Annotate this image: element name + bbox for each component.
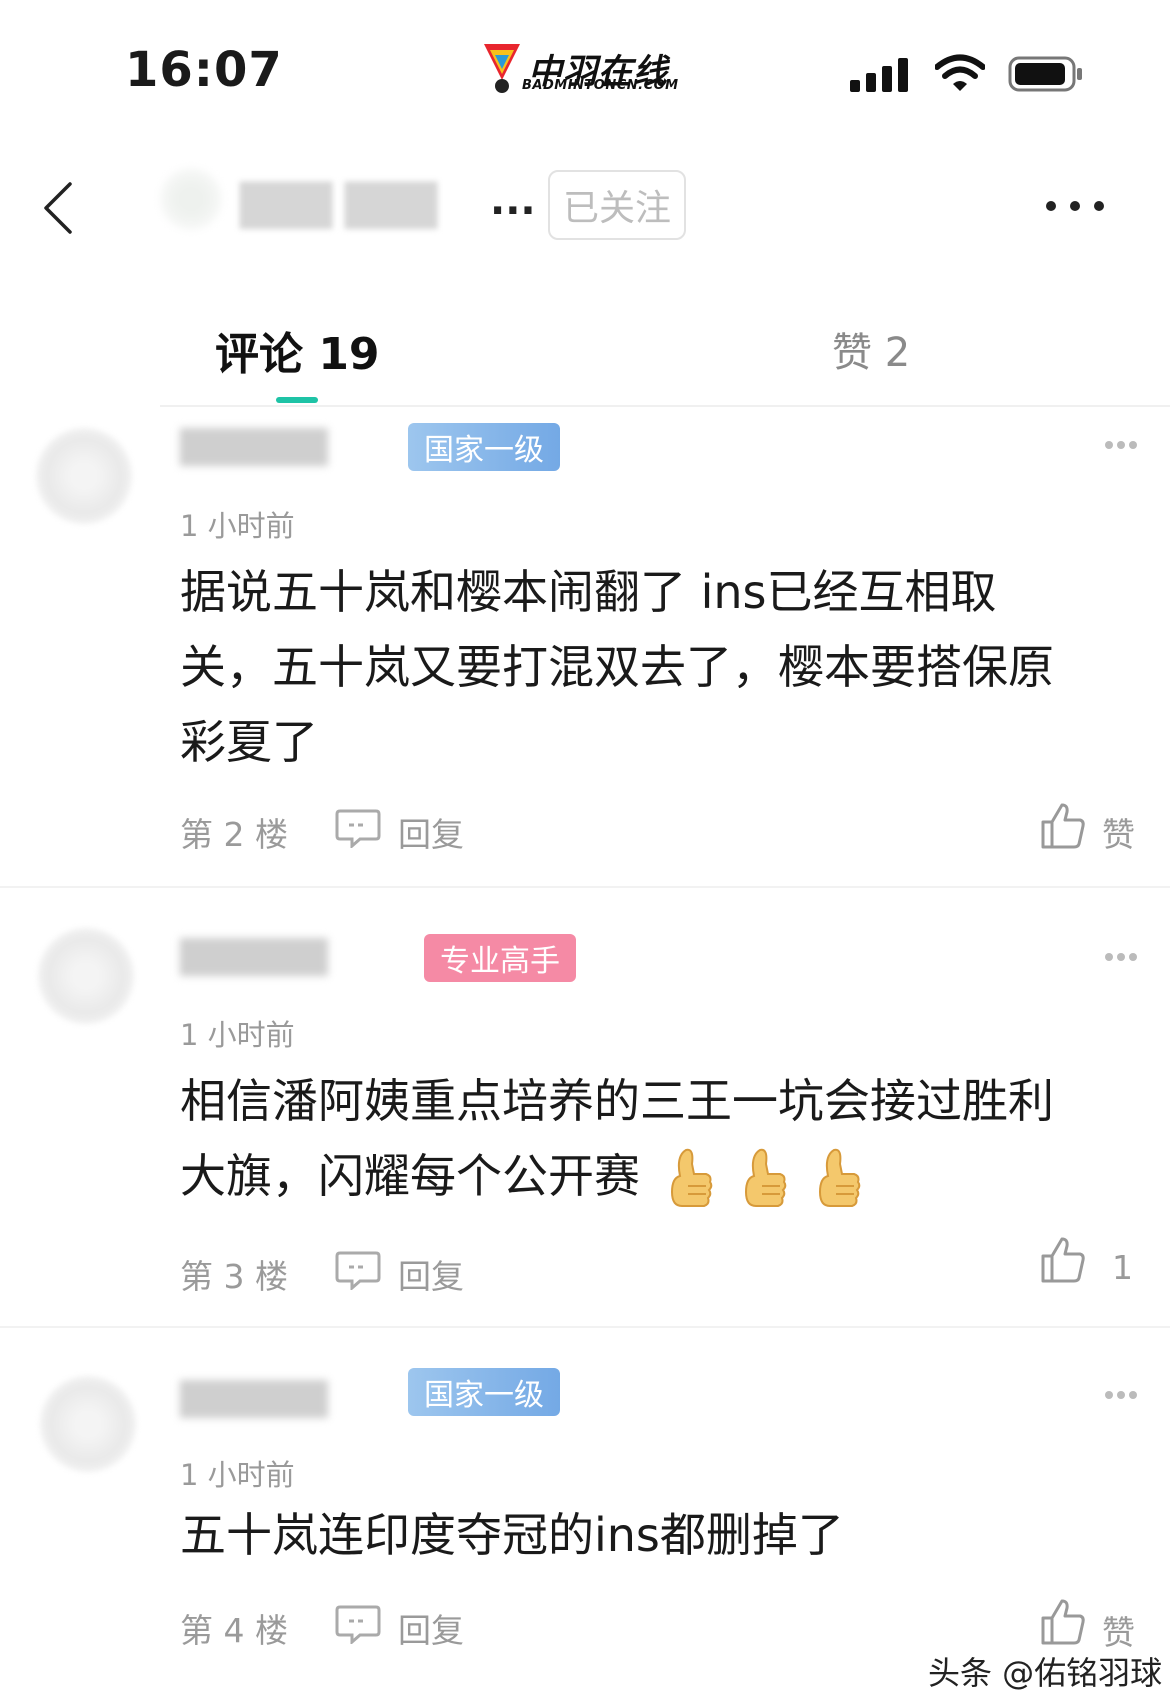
- thumbs-up-emoji-icon: [818, 1148, 861, 1207]
- user-level-badge: 国家一级: [408, 1368, 560, 1416]
- author-name-blurred[interactable]: ███ ███: [240, 183, 437, 229]
- thumbs-up-emoji-icon: [744, 1148, 787, 1207]
- wifi-icon: [935, 54, 985, 91]
- comment-text-line: 相信潘阿姨重点培养的三王一坑会接过胜利: [180, 1074, 1054, 1128]
- floor-number: 第 2 楼: [180, 815, 288, 854]
- comment-text: 相信潘阿姨重点培养的三王一坑会接过胜利 大旗，闪耀每个公开赛: [180, 1064, 1130, 1214]
- thumbs-up-icon[interactable]: [1040, 1598, 1086, 1646]
- tab-comments[interactable]: 评论 19: [215, 318, 380, 382]
- comment-text-line-with-emoji: 大旗，闪耀每个公开赛: [180, 1139, 1130, 1214]
- comment-time: 1 小时前: [180, 509, 295, 543]
- user-level-badge: 国家一级: [408, 423, 560, 471]
- comment-separator: [0, 886, 1170, 888]
- comment-text: 五十岚连印度夺冠的ins都删掉了: [180, 1498, 1130, 1573]
- reply-button[interactable]: 回复: [398, 808, 464, 856]
- comment-text-line: 据说五十岚和樱本闹翻了 ins已经互相取: [180, 565, 997, 619]
- brand-logo: 中羽在线 BADMINTONCN.COM: [480, 40, 690, 96]
- watermark: 头条 @佑铭羽球: [928, 1654, 1163, 1692]
- commenter-name[interactable]: ██████: [180, 428, 328, 466]
- reply-button[interactable]: 回复: [398, 1604, 464, 1652]
- back-icon[interactable]: [40, 180, 74, 236]
- brand-url: BADMINTONCN.COM: [522, 78, 679, 93]
- follow-button[interactable]: 已关注: [548, 170, 686, 240]
- battery-icon: [1008, 56, 1082, 92]
- comment-more-icon[interactable]: [1104, 1390, 1138, 1400]
- author-name[interactable]: ...: [490, 178, 536, 224]
- comment-text-line: 彩夏了: [180, 715, 318, 769]
- tab-active-indicator: [276, 397, 318, 403]
- comment-text-line: 五十岚连印度夺冠的ins都删掉了: [180, 1508, 844, 1562]
- cellular-signal-icon: [850, 58, 908, 92]
- comment-text: 据说五十岚和樱本闹翻了 ins已经互相取 关，五十岚又要打混双去了，樱本要搭保原…: [180, 555, 1130, 780]
- thumbs-up-icon[interactable]: [1040, 802, 1086, 850]
- commenter-name[interactable]: ██████: [180, 938, 328, 976]
- floor-number: 第 4 楼: [180, 1611, 288, 1650]
- like-count[interactable]: 1: [1112, 1248, 1133, 1287]
- reply-button[interactable]: 回复: [398, 1250, 464, 1298]
- commenter-avatar[interactable]: [36, 428, 132, 524]
- like-button[interactable]: 赞: [1102, 808, 1135, 856]
- comment-text-line: 大旗，闪耀每个公开赛: [180, 1149, 640, 1203]
- tab-likes[interactable]: 赞 2: [832, 320, 910, 378]
- thumbs-up-icon[interactable]: [1040, 1236, 1086, 1284]
- tab-divider: [160, 405, 1170, 407]
- reply-icon[interactable]: [334, 808, 382, 848]
- status-time: 16:07: [125, 42, 283, 98]
- commenter-avatar[interactable]: [38, 928, 134, 1024]
- thumbs-up-emoji-icon: [670, 1148, 713, 1207]
- commenter-avatar[interactable]: [40, 1376, 136, 1472]
- comment-time: 1 小时前: [180, 1458, 295, 1492]
- comment-separator: [0, 1326, 1170, 1328]
- more-options-icon[interactable]: [1045, 200, 1105, 212]
- reply-icon[interactable]: [334, 1604, 382, 1644]
- comment-more-icon[interactable]: [1104, 440, 1138, 450]
- user-level-badge: 专业高手: [424, 934, 576, 982]
- commenter-name[interactable]: ██████: [180, 1380, 328, 1418]
- like-button[interactable]: 赞: [1102, 1606, 1135, 1654]
- shuttlecock-logo-icon: [484, 44, 520, 93]
- floor-number: 第 3 楼: [180, 1257, 288, 1296]
- comment-more-icon[interactable]: [1104, 952, 1138, 962]
- comment-text-line: 关，五十岚又要打混双去了，樱本要搭保原: [180, 640, 1054, 694]
- comment-time: 1 小时前: [180, 1018, 295, 1052]
- author-avatar[interactable]: [160, 168, 222, 230]
- reply-icon[interactable]: [334, 1250, 382, 1290]
